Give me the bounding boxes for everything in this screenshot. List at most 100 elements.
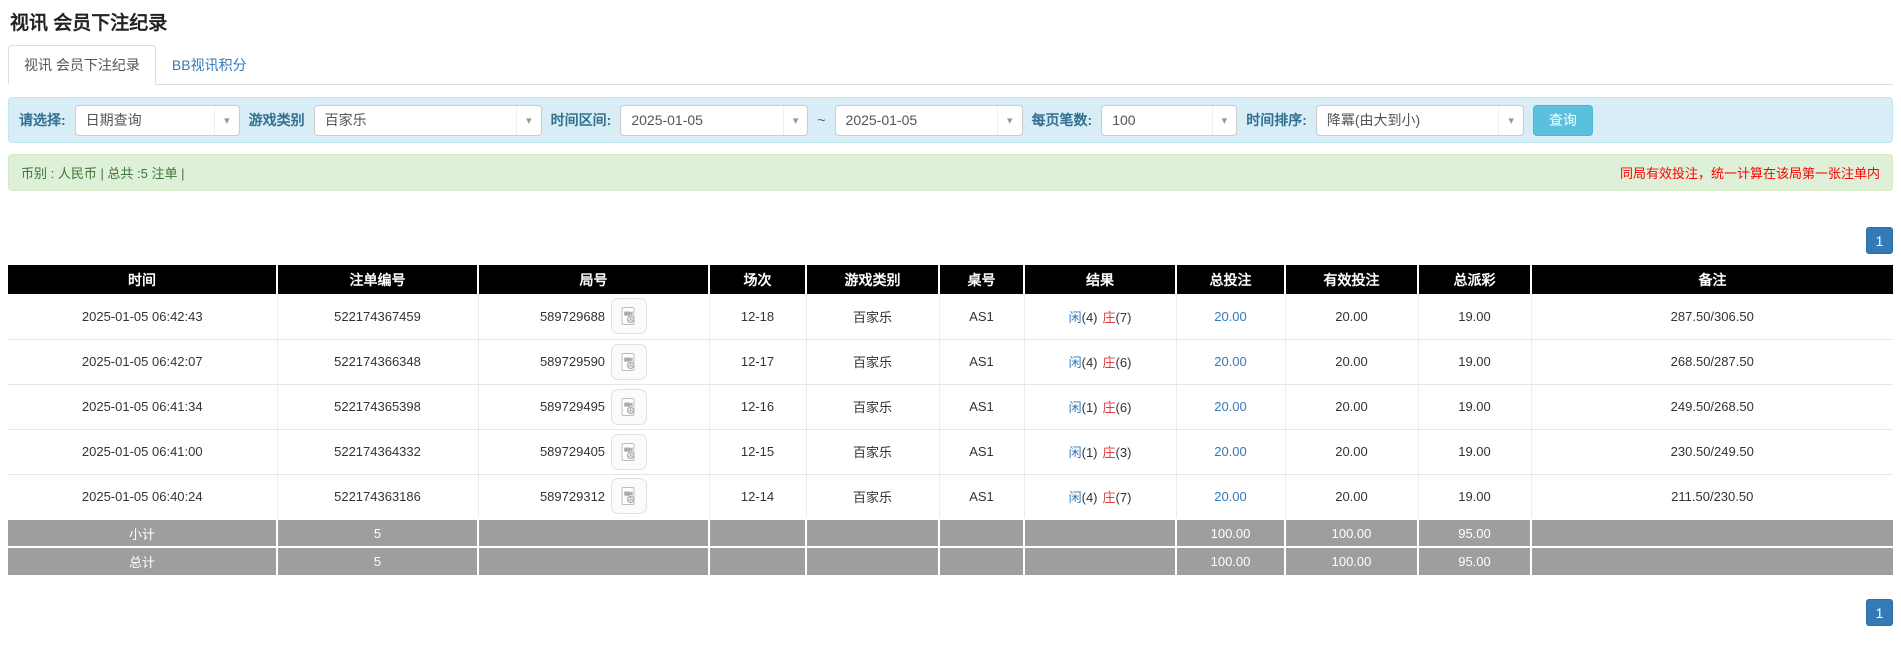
date-to-select[interactable]: 2025-01-05 ▾: [835, 105, 1023, 136]
result-player: 闲: [1069, 490, 1082, 505]
page-button-1[interactable]: 1: [1866, 227, 1893, 254]
cell-round: 589729590: [478, 339, 709, 384]
cell-valid-bet: 20.00: [1285, 384, 1418, 429]
pagination-bottom: 1: [8, 599, 1893, 626]
cell-session: 12-15: [709, 429, 806, 474]
currency-total-text: 币别 : 人民币 | 总共 :5 注单 |: [21, 163, 185, 182]
cell-total-bet: 20.00: [1176, 474, 1285, 519]
result-player-score: (1): [1082, 445, 1098, 460]
table-totals: 小计 5 100.00 100.00 95.00 总计 5 100.00 100…: [8, 519, 1893, 575]
col-game: 游戏类别: [806, 265, 939, 294]
col-session: 场次: [709, 265, 806, 294]
grand-total-payout: 95.00: [1418, 547, 1531, 575]
cell-result: 闲(4)庄(7): [1024, 474, 1176, 519]
col-bet-id: 注单编号: [277, 265, 478, 294]
result-banker: 庄: [1103, 310, 1116, 325]
result-player: 闲: [1069, 400, 1082, 415]
time-sort-value: 降冪(由大到小): [1317, 110, 1430, 130]
table-row: 2025-01-05 06:40:24 522174363186 5897293…: [8, 474, 1893, 519]
date-to-value: 2025-01-05: [836, 112, 928, 128]
table-row: 2025-01-05 06:42:43 522174367459 5897296…: [8, 294, 1893, 339]
cell-total-bet: 20.00: [1176, 339, 1285, 384]
total-bet-link[interactable]: 20.00: [1214, 354, 1247, 369]
time-sort-label: 时间排序:: [1246, 110, 1307, 130]
total-bet-link[interactable]: 20.00: [1214, 489, 1247, 504]
page-title: 视讯 会员下注纪录: [8, 6, 1893, 45]
result-banker-score: (3): [1116, 445, 1132, 460]
cell-time: 2025-01-05 06:42:43: [8, 294, 277, 339]
cell-payout: 19.00: [1418, 474, 1531, 519]
cell-session: 12-17: [709, 339, 806, 384]
cell-table-no: AS1: [939, 429, 1024, 474]
cell-bet-id: 522174367459: [277, 294, 478, 339]
cell-game: 百家乐: [806, 429, 939, 474]
query-button[interactable]: 查询: [1533, 105, 1593, 136]
chevron-down-icon: ▾: [1212, 106, 1237, 135]
total-bet-link[interactable]: 20.00: [1214, 309, 1247, 324]
cell-payout: 19.00: [1418, 384, 1531, 429]
col-result: 结果: [1024, 265, 1176, 294]
cell-round: 589729312: [478, 474, 709, 519]
video-replay-icon[interactable]: [611, 344, 647, 380]
cell-valid-bet: 20.00: [1285, 339, 1418, 384]
video-replay-icon[interactable]: [611, 298, 647, 334]
result-player: 闲: [1069, 310, 1082, 325]
game-type-select[interactable]: 百家乐 ▾: [314, 105, 542, 136]
chevron-down-icon: ▾: [1498, 106, 1523, 135]
result-banker-score: (7): [1116, 490, 1132, 505]
cell-table-no: AS1: [939, 294, 1024, 339]
page-root: 视讯 会员下注纪录 视讯 会员下注纪录 BB视讯积分 请选择: 日期查询 ▾ 游…: [0, 0, 1901, 626]
tab-bb-video-points[interactable]: BB视讯积分: [156, 45, 263, 85]
grand-total-count: 5: [277, 547, 478, 575]
tab-member-bet-records[interactable]: 视讯 会员下注纪录: [8, 45, 156, 85]
cell-remark: 268.50/287.50: [1531, 339, 1893, 384]
per-page-value: 100: [1102, 112, 1145, 128]
per-page-select[interactable]: 100 ▾: [1101, 105, 1237, 136]
col-payout: 总派彩: [1418, 265, 1531, 294]
total-bet-link[interactable]: 20.00: [1214, 444, 1247, 459]
grand-total-row: 总计 5 100.00 100.00 95.00: [8, 547, 1893, 575]
cell-payout: 19.00: [1418, 339, 1531, 384]
query-type-select[interactable]: 日期查询 ▾: [75, 105, 240, 136]
subtotal-count: 5: [277, 519, 478, 547]
result-banker: 庄: [1103, 490, 1116, 505]
chevron-down-icon: ▾: [997, 106, 1022, 135]
col-remark: 备注: [1531, 265, 1893, 294]
bet-records-table: 时间 注单编号 局号 场次 游戏类别 桌号 结果 总投注 有效投注 总派彩 备注…: [8, 265, 1893, 575]
table-row: 2025-01-05 06:42:07 522174366348 5897295…: [8, 339, 1893, 384]
date-from-select[interactable]: 2025-01-05 ▾: [620, 105, 808, 136]
video-replay-icon[interactable]: [611, 434, 647, 470]
subtotal-row: 小计 5 100.00 100.00 95.00: [8, 519, 1893, 547]
col-time: 时间: [8, 265, 277, 294]
cell-game: 百家乐: [806, 294, 939, 339]
time-sort-select[interactable]: 降冪(由大到小) ▾: [1316, 105, 1524, 136]
chevron-down-icon: ▾: [783, 106, 808, 135]
summary-bar: 币别 : 人民币 | 总共 :5 注单 | 同局有效投注，统一计算在该局第一张注…: [8, 154, 1893, 191]
cell-round: 589729495: [478, 384, 709, 429]
grand-total-label: 总计: [8, 547, 277, 575]
cell-result: 闲(4)庄(7): [1024, 294, 1176, 339]
video-replay-icon[interactable]: [611, 478, 647, 514]
result-banker: 庄: [1103, 355, 1116, 370]
cell-table-no: AS1: [939, 474, 1024, 519]
result-player-score: (4): [1082, 310, 1098, 325]
round-number: 589729688: [540, 309, 605, 324]
subtotal-total-bet: 100.00: [1176, 519, 1285, 547]
cell-bet-id: 522174363186: [277, 474, 478, 519]
cell-time: 2025-01-05 06:41:34: [8, 384, 277, 429]
cell-result: 闲(4)庄(6): [1024, 339, 1176, 384]
cell-total-bet: 20.00: [1176, 384, 1285, 429]
table-header: 时间 注单编号 局号 场次 游戏类别 桌号 结果 总投注 有效投注 总派彩 备注: [8, 265, 1893, 294]
result-banker: 庄: [1103, 400, 1116, 415]
cell-round: 589729405: [478, 429, 709, 474]
cell-total-bet: 20.00: [1176, 429, 1285, 474]
video-replay-icon[interactable]: [611, 389, 647, 425]
round-number: 589729495: [540, 399, 605, 414]
cell-payout: 19.00: [1418, 294, 1531, 339]
round-number: 589729312: [540, 489, 605, 504]
cell-bet-id: 522174364332: [277, 429, 478, 474]
subtotal-payout: 95.00: [1418, 519, 1531, 547]
cell-remark: 287.50/306.50: [1531, 294, 1893, 339]
page-button-1[interactable]: 1: [1866, 599, 1893, 626]
total-bet-link[interactable]: 20.00: [1214, 399, 1247, 414]
